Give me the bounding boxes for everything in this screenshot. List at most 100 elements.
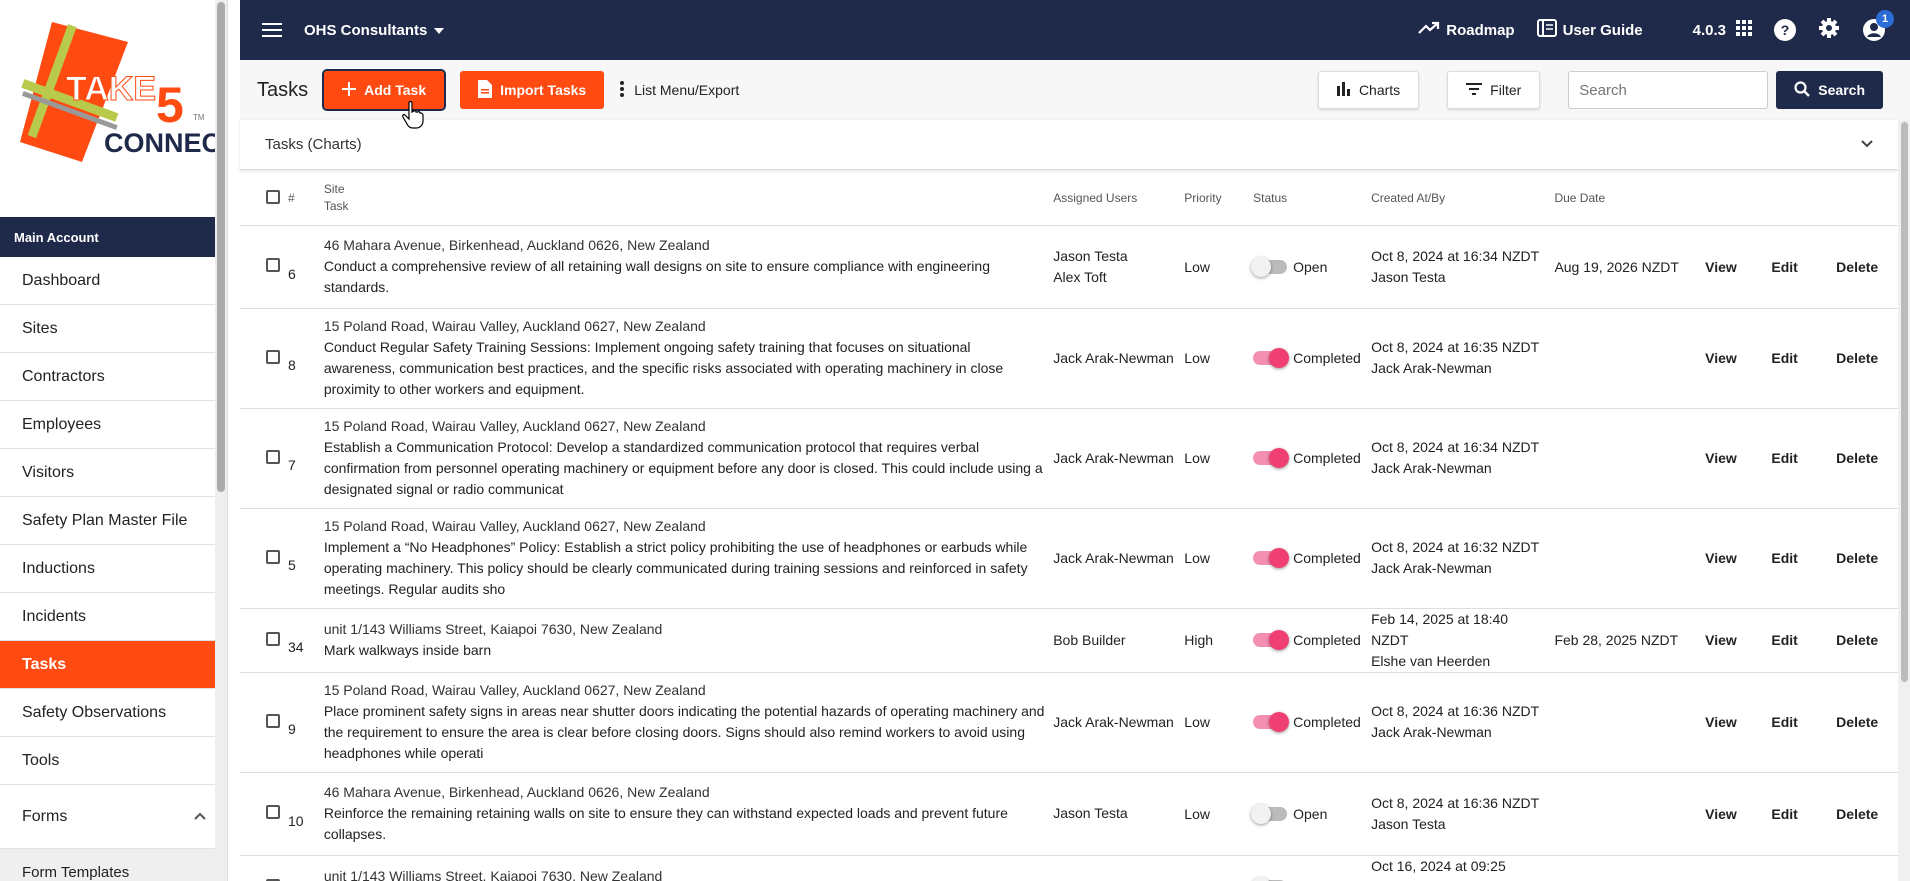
search-input[interactable] — [1568, 71, 1769, 109]
status-toggle[interactable] — [1251, 803, 1288, 824]
delete-button[interactable]: Delete — [1816, 308, 1898, 409]
delete-button[interactable]: Delete — [1816, 672, 1898, 773]
user-guide-link[interactable]: User Guide — [1536, 19, 1643, 41]
sidebar-item-tools[interactable]: Tools — [0, 737, 227, 785]
edit-button[interactable]: Edit — [1752, 225, 1817, 309]
view-button[interactable]: View — [1689, 672, 1753, 773]
gear-icon[interactable] — [1818, 17, 1840, 43]
edit-button[interactable]: Edit — [1752, 508, 1817, 609]
site-task-cell: unit 1/143 Williams Street, Kaiapoi 7630… — [319, 855, 1050, 881]
delete-button[interactable]: Delete — [1816, 772, 1898, 856]
status-cell: Completed — [1249, 672, 1368, 773]
delete-button[interactable]: Delete — [1816, 508, 1898, 609]
sidebar-item-contractors[interactable]: Contractors — [0, 353, 227, 401]
table-row[interactable]: 34 unit 1/143 Williams Street, Kaiapoi 7… — [240, 608, 1898, 673]
sidebar-scrollbar[interactable] — [215, 0, 227, 881]
table-row[interactable]: 5 15 Poland Road, Wairau Valley, Aucklan… — [240, 508, 1898, 609]
chevron-down-icon[interactable] — [1860, 136, 1874, 153]
created-at: Oct 8, 2024 at 16:34 NZDT — [1371, 439, 1540, 455]
status-toggle[interactable] — [1253, 448, 1290, 468]
sidebar-item-employees[interactable]: Employees — [0, 401, 227, 449]
table-row[interactable]: 8 15 Poland Road, Wairau Valley, Aucklan… — [240, 308, 1898, 409]
status-toggle[interactable] — [1253, 630, 1290, 650]
charts-button[interactable]: Charts — [1317, 71, 1420, 109]
main-scrollbar[interactable] — [1898, 120, 1910, 881]
sidebar-item-dashboard[interactable]: Dashboard — [0, 257, 227, 305]
sidebar-item-sites[interactable]: Sites — [0, 305, 227, 353]
header-assigned-users[interactable]: Assigned Users — [1049, 172, 1181, 226]
header-number[interactable]: # — [284, 172, 320, 226]
sidebar-item-tasks[interactable]: Tasks — [0, 641, 227, 689]
row-checkbox[interactable] — [266, 805, 280, 819]
hamburger-menu-icon[interactable] — [240, 22, 304, 38]
header-due-date[interactable]: Due Date — [1550, 172, 1690, 226]
view-button[interactable]: View — [1689, 225, 1753, 309]
view-button[interactable]: View — [1689, 408, 1753, 509]
view-button[interactable]: View — [1689, 608, 1753, 673]
organization-selector[interactable]: OHS Consultants — [304, 22, 445, 39]
search-button[interactable]: Search — [1776, 71, 1883, 109]
delete-button[interactable]: Delete — [1816, 408, 1898, 509]
delete-button[interactable]: Delete — [1816, 608, 1898, 673]
sidebar-item-forms[interactable]: Forms — [0, 785, 227, 849]
scrollbar-thumb[interactable] — [1901, 122, 1908, 682]
sidebar-item-safety-observations[interactable]: Safety Observations — [0, 689, 227, 737]
row-checkbox[interactable] — [266, 258, 280, 272]
add-task-button[interactable]: Add Task — [322, 69, 447, 111]
row-checkbox[interactable] — [266, 549, 280, 564]
view-button[interactable]: View — [1689, 855, 1753, 881]
list-menu-export-button[interactable]: List Menu/Export — [620, 80, 739, 100]
row-checkbox[interactable] — [266, 349, 280, 364]
status-toggle[interactable] — [1253, 712, 1290, 732]
sidebar-item-label: Safety Plan Master File — [22, 511, 188, 529]
header-created[interactable]: Created At/By — [1367, 172, 1551, 226]
view-button[interactable]: View — [1689, 308, 1753, 409]
status-toggle[interactable] — [1253, 548, 1290, 568]
edit-button[interactable]: Edit — [1752, 608, 1817, 673]
sidebar-item-visitors[interactable]: Visitors — [0, 449, 227, 497]
edit-button[interactable]: Edit — [1752, 308, 1817, 409]
edit-button[interactable]: Edit — [1752, 855, 1817, 881]
status-toggle[interactable] — [1253, 348, 1290, 368]
delete-button[interactable]: Delete — [1816, 855, 1898, 881]
edit-button[interactable]: Edit — [1752, 772, 1817, 856]
scrollbar-thumb[interactable] — [217, 2, 225, 492]
assigned-user: Jack Arak-Newman — [1053, 449, 1174, 466]
table-row[interactable]: 7 15 Poland Road, Wairau Valley, Aucklan… — [240, 408, 1898, 509]
table-row[interactable]: 6 46 Mahara Avenue, Birkenhead, Auckland… — [240, 225, 1898, 309]
roadmap-link[interactable]: Roadmap — [1418, 21, 1515, 39]
apps-grid-icon[interactable] — [1736, 20, 1752, 40]
user-guide-label: User Guide — [1562, 21, 1643, 39]
assigned-user: Jason Testa — [1053, 247, 1128, 264]
help-icon[interactable]: ? — [1774, 19, 1796, 41]
status-cell: Open — [1249, 772, 1368, 856]
account-icon[interactable]: 1 — [1862, 10, 1894, 42]
header-site-task[interactable]: Site Task — [319, 172, 1050, 226]
row-checkbox[interactable] — [266, 449, 280, 464]
view-button[interactable]: View — [1689, 772, 1753, 856]
edit-button[interactable]: Edit — [1752, 408, 1817, 509]
sidebar-item-incidents[interactable]: Incidents — [0, 593, 227, 641]
header-priority[interactable]: Priority — [1180, 172, 1250, 226]
sidebar-item-form-templates[interactable]: Form Templates — [0, 849, 227, 881]
view-button[interactable]: View — [1689, 508, 1753, 609]
table-row[interactable]: 9 15 Poland Road, Wairau Valley, Aucklan… — [240, 672, 1898, 773]
row-checkbox[interactable] — [266, 713, 280, 728]
assigned-users-cell: Jason Testa — [1049, 772, 1181, 856]
take5-connect-logo[interactable]: TAKE 5 TM CONNECT — [0, 0, 227, 217]
table-row[interactable]: 10 46 Mahara Avenue, Birkenhead, Aucklan… — [240, 772, 1898, 856]
status-toggle[interactable] — [1251, 256, 1288, 277]
edit-button[interactable]: Edit — [1752, 672, 1817, 773]
import-tasks-button[interactable]: Import Tasks — [460, 71, 605, 109]
delete-button[interactable]: Delete — [1816, 225, 1898, 309]
task-priority: Low — [1180, 672, 1250, 773]
row-checkbox[interactable] — [266, 631, 280, 646]
header-status[interactable]: Status — [1249, 172, 1368, 226]
filter-button[interactable]: Filter — [1447, 71, 1541, 109]
sidebar-item-inductions[interactable]: Inductions — [0, 545, 227, 593]
sidebar-item-safety-plan-master-file[interactable]: Safety Plan Master File — [0, 497, 227, 545]
charts-panel-header[interactable]: Tasks (Charts) — [240, 120, 1898, 170]
select-all-checkbox[interactable] — [266, 189, 280, 204]
table-row[interactable]: 16 unit 1/143 Williams Street, Kaiapoi 7… — [240, 855, 1898, 881]
created-by: Jack Arak-Newman — [1371, 724, 1492, 740]
